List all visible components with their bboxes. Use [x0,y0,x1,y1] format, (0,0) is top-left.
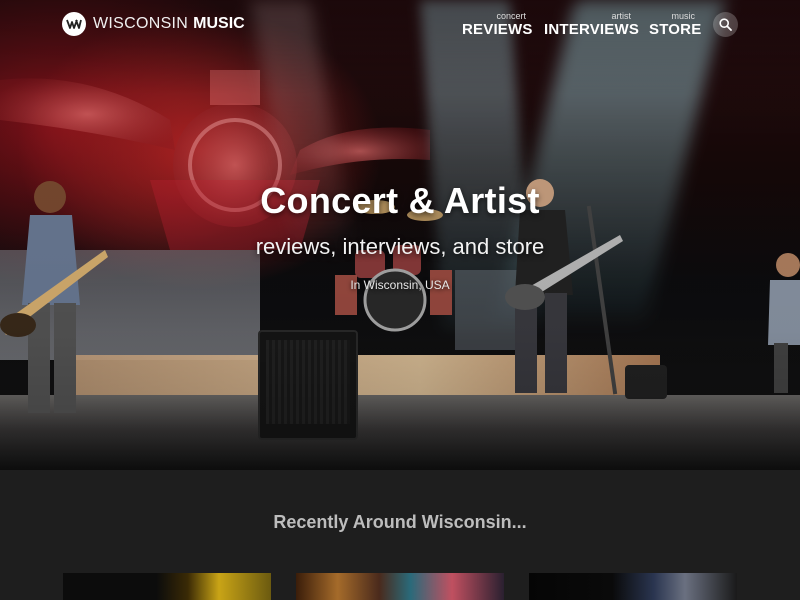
recent-section: Recently Around Wisconsin... [0,470,800,600]
brand-name-bold: MUSIC [193,15,245,32]
wm-monogram-icon [62,12,86,36]
hero-title: Concert & Artist [260,180,540,221]
recent-card[interactable] [296,573,504,600]
nav-item-label: INTERVIEWS [544,21,640,38]
nav-item-store[interactable]: music STORE [649,11,702,39]
nav-item-label: REVIEWS [462,21,533,38]
nav-item-label: STORE [649,21,702,38]
recent-card[interactable] [529,573,737,600]
search-icon [719,18,732,31]
recent-heading: Recently Around Wisconsin... [273,512,527,532]
brand-name-light: WISCONSIN [93,15,189,32]
nav-item-reviews[interactable]: concert REVIEWS [462,11,533,39]
top-navigation: WISCONSIN MUSIC concert REVIEWS artist I… [0,0,800,50]
search-button[interactable] [713,12,738,37]
hero-location: In Wisconsin, USA [350,278,450,292]
nav-item-sublabel: artist [611,11,631,21]
recent-card[interactable] [63,573,271,600]
nav-item-sublabel: concert [496,11,526,21]
nav-item-sublabel: music [671,11,695,21]
site-logo[interactable]: WISCONSIN MUSIC [62,12,245,36]
hero-subtitle: reviews, interviews, and store [255,234,545,259]
nav-item-interviews[interactable]: artist INTERVIEWS [544,11,640,39]
